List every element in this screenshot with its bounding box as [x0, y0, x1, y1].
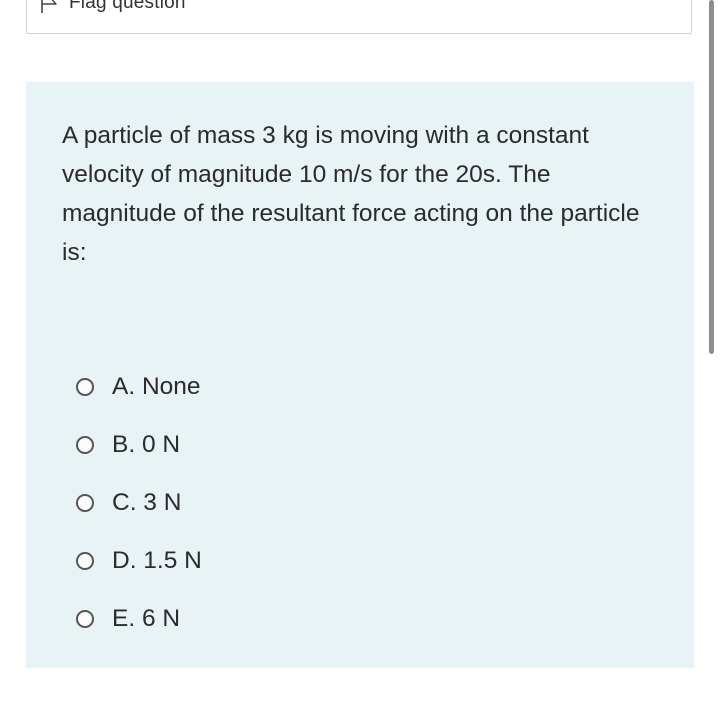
answer-label[interactable]: A. None: [112, 372, 201, 402]
answer-option-e[interactable]: E. 6 N: [76, 590, 202, 648]
scrollbar-thumb[interactable]: [709, 0, 714, 354]
answer-label[interactable]: D. 1.5 N: [112, 546, 202, 576]
flag-question-label[interactable]: Flag question: [69, 0, 186, 14]
radio-button[interactable]: [76, 378, 94, 396]
scrollbar[interactable]: [709, 0, 718, 704]
radio-button[interactable]: [76, 552, 94, 570]
radio-button[interactable]: [76, 610, 94, 628]
answer-option-d[interactable]: D. 1.5 N: [76, 532, 202, 590]
question-info-box: Flag question: [26, 0, 692, 34]
answer-label[interactable]: B. 0 N: [112, 430, 180, 460]
answer-option-a[interactable]: A. None: [76, 358, 202, 416]
flag-icon: [39, 0, 61, 14]
question-text: A particle of mass 3 kg is moving with a…: [62, 122, 640, 266]
question-panel: A particle of mass 3 kg is moving with a…: [26, 82, 694, 668]
answer-option-c[interactable]: C. 3 N: [76, 474, 202, 532]
answer-label[interactable]: E. 6 N: [112, 604, 180, 634]
flag-question-toggle[interactable]: Flag question: [39, 0, 186, 14]
answer-list: A. None B. 0 N C. 3 N D. 1.5 N E. 6 N: [76, 358, 202, 648]
radio-button[interactable]: [76, 436, 94, 454]
answer-option-b[interactable]: B. 0 N: [76, 416, 202, 474]
radio-button[interactable]: [76, 494, 94, 512]
answer-label[interactable]: C. 3 N: [112, 488, 181, 518]
